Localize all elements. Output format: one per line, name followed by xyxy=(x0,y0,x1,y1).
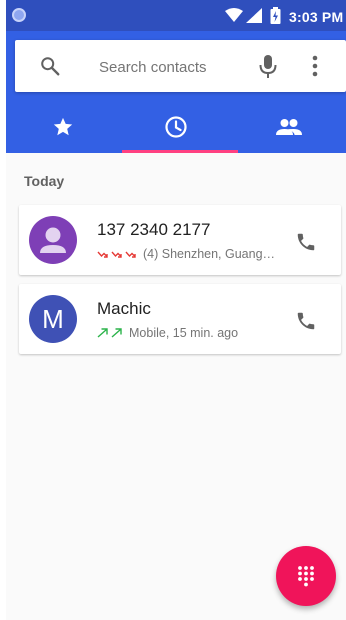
avatar[interactable] xyxy=(29,216,77,264)
battery-icon xyxy=(270,7,281,24)
call-log-item[interactable]: M Machic Mobile, 15 min. ago xyxy=(19,284,341,354)
mic-icon[interactable] xyxy=(258,54,278,80)
notification-icon xyxy=(12,8,26,22)
person-icon xyxy=(40,227,66,253)
tab-contacts[interactable] xyxy=(232,101,345,153)
clock-icon xyxy=(164,116,187,138)
status-clock: 3:03 PM xyxy=(289,9,344,25)
call-log-details: Mobile, 15 min. ago xyxy=(129,326,239,340)
more-options-icon[interactable] xyxy=(311,55,319,77)
star-icon xyxy=(53,117,72,136)
dialpad-icon xyxy=(298,566,314,587)
tab-recents[interactable] xyxy=(119,101,232,153)
people-icon xyxy=(275,119,302,135)
avatar-letter: M xyxy=(42,303,64,334)
dialpad-fab[interactable] xyxy=(276,546,336,606)
tab-favorites[interactable] xyxy=(6,101,119,153)
missed-call-icon xyxy=(111,251,122,258)
search-box[interactable] xyxy=(15,40,346,92)
app-bar xyxy=(6,31,346,153)
search-icon[interactable] xyxy=(39,55,61,77)
tab-bar xyxy=(6,101,346,153)
missed-call-icon xyxy=(125,251,136,258)
call-type-icons xyxy=(97,250,139,259)
phone-icon xyxy=(297,233,315,251)
search-input[interactable] xyxy=(99,56,249,78)
outgoing-call-icon xyxy=(111,328,122,338)
avatar[interactable]: M xyxy=(29,295,77,343)
dialer-screen: 3:03 PM Today 137 2340 2177 xyxy=(6,0,346,620)
status-bar: 3:03 PM xyxy=(6,0,346,31)
wifi-icon xyxy=(225,8,243,22)
call-log-details-row: (4) Shenzhen, Guang… xyxy=(97,247,275,261)
call-log-name: 137 2340 2177 xyxy=(97,220,211,239)
section-label-today: Today xyxy=(24,173,65,189)
call-type-icons xyxy=(97,328,125,338)
signal-icon xyxy=(246,8,262,23)
call-button[interactable] xyxy=(291,306,321,336)
call-button[interactable] xyxy=(291,227,321,257)
tab-indicator xyxy=(122,150,238,153)
call-log-details-row: Mobile, 15 min. ago xyxy=(97,326,238,340)
call-log-details: (4) Shenzhen, Guang… xyxy=(143,247,276,261)
outgoing-call-icon xyxy=(97,328,108,338)
phone-icon xyxy=(297,312,315,330)
missed-call-icon xyxy=(97,251,108,258)
call-log-item[interactable]: 137 2340 2177 (4) Shenzhen, Guang… xyxy=(19,205,341,275)
call-log-name: Machic xyxy=(97,299,151,318)
